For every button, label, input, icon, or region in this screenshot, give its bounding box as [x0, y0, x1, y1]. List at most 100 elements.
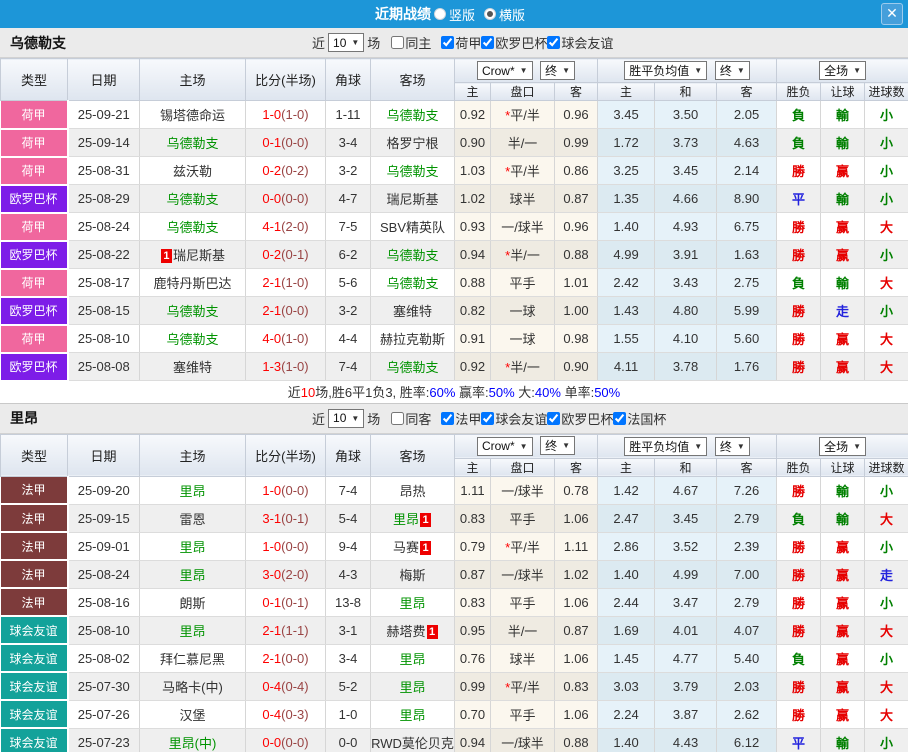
- league-badge: 球会友谊: [1, 728, 68, 752]
- league-checkbox-label: 法国杯: [627, 409, 666, 428]
- corner-score: 3-4: [326, 129, 371, 157]
- corner-score: 5-4: [326, 504, 371, 532]
- final-avg-select[interactable]: 终▼: [715, 437, 750, 456]
- star-marker: *: [505, 248, 510, 263]
- handicap-flag: 輸: [821, 504, 865, 532]
- odds-home: 0.94: [455, 241, 491, 269]
- final-odds-select[interactable]: 终▼: [540, 436, 575, 455]
- league-checkbox[interactable]: [481, 36, 494, 49]
- final-odds-value: 终: [545, 62, 557, 79]
- league-filter[interactable]: 法国杯: [613, 409, 666, 428]
- layout-radio-group: 竖版 横版: [433, 5, 533, 24]
- match-date: 25-08-29: [68, 185, 140, 213]
- company-select[interactable]: Crow*▼: [477, 437, 533, 456]
- same-venue-filter[interactable]: 同客: [391, 409, 431, 428]
- scope-select[interactable]: 全场▼: [819, 61, 866, 80]
- home-team: 里昂: [140, 532, 246, 560]
- result-flag: 負: [777, 101, 821, 129]
- vertical-layout-radio[interactable]: [434, 8, 446, 20]
- league-filter[interactable]: 欧罗巴杯: [481, 33, 547, 52]
- odds-away: 0.78: [555, 476, 598, 504]
- company-select[interactable]: Crow*▼: [477, 61, 533, 80]
- score-half: (0-0): [281, 539, 308, 554]
- corner-score: 13-8: [326, 588, 371, 616]
- goals-flag: 大: [865, 269, 908, 297]
- match-count-value: 10: [333, 36, 346, 50]
- score-half: (0-0): [281, 191, 308, 206]
- odds-away: 1.11: [555, 532, 598, 560]
- score-half: (2-0): [281, 567, 308, 582]
- team-name-text: 瑞尼斯基: [386, 192, 438, 207]
- league-filter[interactable]: 法甲: [441, 409, 481, 428]
- page-title: 近期战绩: [375, 4, 431, 24]
- match-date: 25-08-10: [68, 616, 140, 644]
- score-half: (1-0): [281, 275, 308, 290]
- league-checkbox[interactable]: [441, 36, 454, 49]
- odds-away: 0.83: [555, 672, 598, 700]
- league-filter[interactable]: 荷甲: [441, 33, 481, 52]
- home-team: 拜仁慕尼黑: [140, 644, 246, 672]
- match-row: 欧罗巴杯25-08-15乌德勒支2-1(0-0)3-2塞维特0.82一球1.00…: [1, 297, 908, 325]
- league-checkbox[interactable]: [547, 412, 560, 425]
- match-count-select[interactable]: 10▼: [328, 409, 364, 428]
- league-checkbox[interactable]: [547, 36, 560, 49]
- final-avg-value: 终: [720, 438, 732, 455]
- chevron-down-icon: ▼: [853, 66, 861, 75]
- match-date: 25-08-17: [68, 269, 140, 297]
- odds-line: *半/一: [491, 353, 555, 381]
- avg-home: 1.40: [598, 728, 655, 752]
- same-venue-checkbox[interactable]: [391, 412, 404, 425]
- away-team: 瑞尼斯基: [371, 185, 455, 213]
- horizontal-layout-radio[interactable]: [484, 8, 496, 20]
- corner-score: 4-4: [326, 325, 371, 353]
- avg-draw: 3.45: [655, 157, 717, 185]
- league-badge: 荷甲: [1, 269, 68, 297]
- matches-table-lyon: 类型 日期 主场 比分(半场) 角球 客场 Crow*▼ 终▼ 胜平负均值▼ 终…: [0, 434, 908, 752]
- avg-home: 1.40: [598, 213, 655, 241]
- match-score: 2-1(1-0): [246, 269, 326, 297]
- league-checkbox[interactable]: [481, 412, 494, 425]
- score-main: 0-0: [262, 191, 281, 206]
- close-button[interactable]: ✕: [881, 3, 903, 25]
- match-score: 4-0(1-0): [246, 325, 326, 353]
- score-main: 0-1: [262, 595, 281, 610]
- match-count-select[interactable]: 10▼: [328, 33, 364, 52]
- avg-away: 5.60: [717, 325, 777, 353]
- odds-home: 0.92: [455, 101, 491, 129]
- match-score: 2-1(0-0): [246, 297, 326, 325]
- avg-select[interactable]: 胜平负均值▼: [624, 437, 707, 456]
- scope-select[interactable]: 全场▼: [819, 437, 866, 456]
- near-label: 近: [312, 33, 325, 52]
- chevron-down-icon: ▼: [520, 442, 528, 451]
- final-avg-select[interactable]: 终▼: [715, 61, 750, 80]
- league-filter[interactable]: 球会友谊: [547, 33, 613, 52]
- final-odds-select[interactable]: 终▼: [540, 61, 575, 80]
- avg-draw: 3.73: [655, 129, 717, 157]
- final-odds-value: 终: [545, 437, 557, 454]
- score-main: 4-0: [262, 331, 281, 346]
- score-half: (0-1): [281, 595, 308, 610]
- home-team: 1瑞尼斯基: [140, 241, 246, 269]
- home-team: 乌德勒支: [140, 325, 246, 353]
- league-filter-group: 法甲球会友谊欧罗巴杯法国杯: [441, 409, 666, 428]
- team-name-text: 里昂: [393, 512, 419, 527]
- match-score: 0-1(0-1): [246, 588, 326, 616]
- league-filter-group: 荷甲欧罗巴杯球会友谊: [441, 33, 613, 52]
- league-checkbox[interactable]: [613, 412, 626, 425]
- same-venue-checkbox[interactable]: [391, 36, 404, 49]
- col-header-score: 比分(半场): [246, 59, 326, 101]
- goals-flag: 大: [865, 616, 908, 644]
- avg-home: 2.47: [598, 504, 655, 532]
- match-score: 4-1(2-0): [246, 213, 326, 241]
- league-filter[interactable]: 球会友谊: [481, 409, 547, 428]
- avg-select[interactable]: 胜平负均值▼: [624, 61, 707, 80]
- avg-home: 1.69: [598, 616, 655, 644]
- league-filter[interactable]: 欧罗巴杯: [547, 409, 613, 428]
- team-name-text: 瑞尼斯基: [173, 248, 225, 263]
- col-header-avg-home: 主: [598, 458, 655, 476]
- league-checkbox[interactable]: [441, 412, 454, 425]
- score-half: (0-0): [281, 483, 308, 498]
- league-checkbox-label: 荷甲: [455, 33, 481, 52]
- same-venue-filter[interactable]: 同主: [391, 33, 431, 52]
- avg-draw: 3.45: [655, 504, 717, 532]
